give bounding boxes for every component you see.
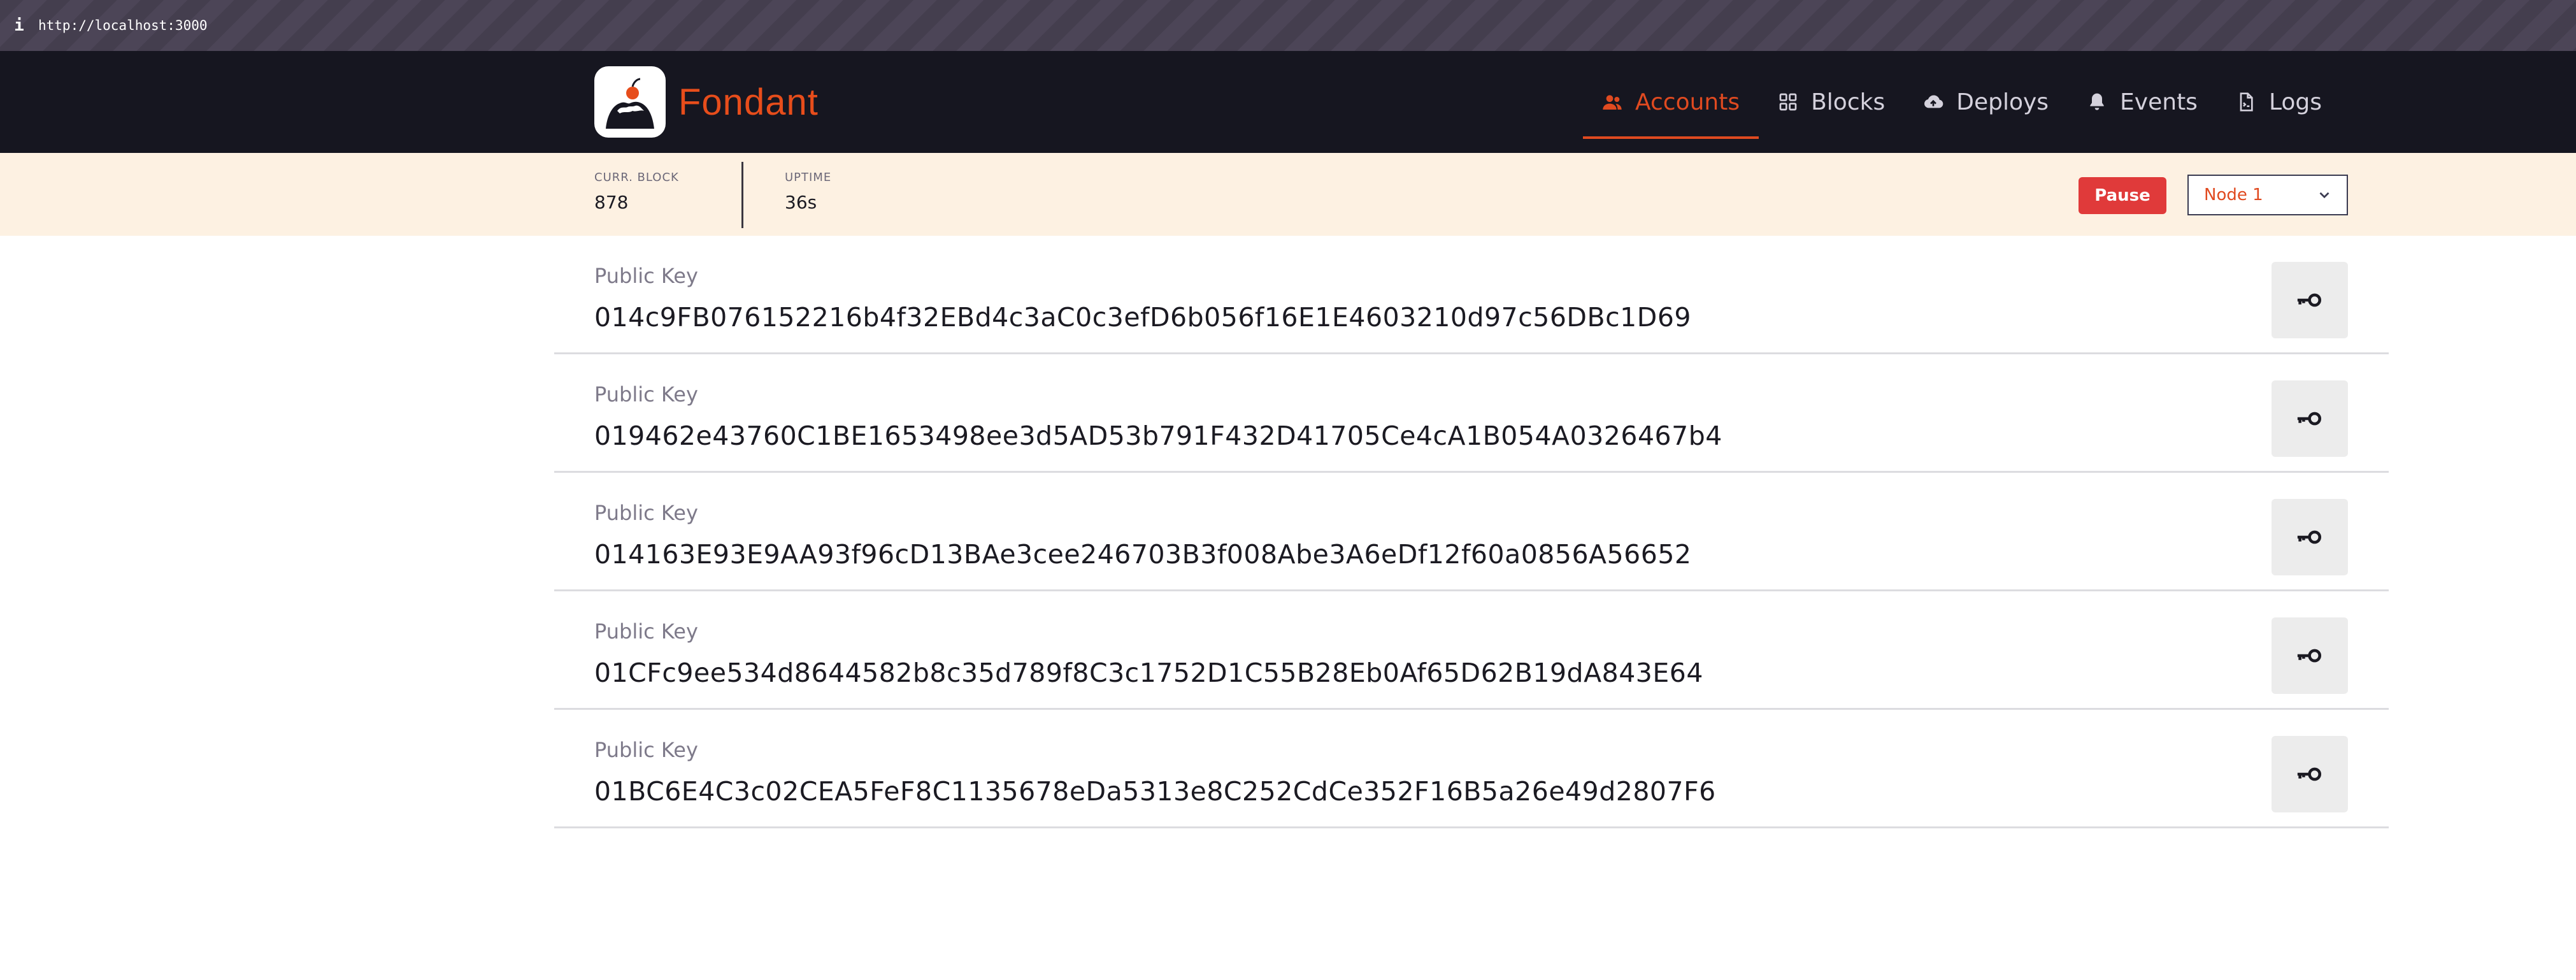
nav-events[interactable]: Events	[2068, 51, 2217, 153]
public-key-value: 01BC6E4C3c02CEA5FeF8C1135678eDa5313e8C25…	[594, 776, 1716, 807]
nav-blocks[interactable]: Blocks	[1759, 51, 1904, 153]
key-icon	[2297, 412, 2322, 426]
grid-icon	[1779, 93, 1797, 111]
view-key-button[interactable]	[2272, 499, 2348, 575]
info-icon[interactable]: i	[0, 16, 38, 35]
nav-logs-label: Logs	[2268, 89, 2322, 115]
public-key-value: 014c9FB076152216b4f32EBd4c3aC0c3efD6b056…	[594, 302, 1691, 333]
fondant-logo	[594, 66, 666, 138]
current-block-stat: CURR. BLOCK 878	[594, 171, 679, 213]
public-key-value: 014163E93E9AA93f96cD13BAe3cee246703B3f00…	[594, 539, 1692, 570]
nav-accounts[interactable]: Accounts	[1583, 51, 1759, 153]
list-item: Public Key 01CFc9ee534d8644582b8c35d789f…	[554, 591, 2389, 710]
nav-logs[interactable]: Logs	[2217, 51, 2341, 153]
brand[interactable]: Fondant	[594, 66, 819, 138]
key-icon	[2297, 293, 2322, 307]
public-key-value: 019462e43760C1BE1653498ee3d5AD53b791F432…	[594, 421, 1722, 451]
cloud-upload-icon	[1924, 95, 1943, 108]
main-nav: Accounts Blocks Deploys Events Logs	[1583, 51, 2341, 153]
nav-deploys[interactable]: Deploys	[1904, 51, 2068, 153]
view-key-button[interactable]	[2272, 617, 2348, 694]
accounts-list: Public Key 014c9FB076152216b4f32EBd4c3aC…	[554, 236, 2389, 828]
nav-events-label: Events	[2120, 89, 2198, 115]
public-key-label: Public Key	[594, 501, 698, 525]
nav-blocks-label: Blocks	[1811, 89, 1885, 115]
list-item: Public Key 014c9FB076152216b4f32EBd4c3aC…	[554, 236, 2389, 354]
view-key-button[interactable]	[2272, 380, 2348, 457]
nav-deploys-label: Deploys	[1956, 89, 2049, 115]
node-select[interactable]: Node 1	[2187, 175, 2348, 215]
pause-button[interactable]: Pause	[2079, 177, 2166, 214]
key-icon	[2297, 530, 2322, 544]
nav-accounts-label: Accounts	[1635, 89, 1740, 115]
public-key-label: Public Key	[594, 264, 698, 288]
public-key-value: 01CFc9ee534d8644582b8c35d789f8C3c1752D1C…	[594, 658, 1703, 688]
current-block-label: CURR. BLOCK	[594, 171, 679, 184]
node-select-value: Node 1	[2204, 185, 2263, 205]
stat-divider	[741, 162, 743, 228]
bell-icon	[2090, 93, 2104, 110]
chevron-down-icon	[2319, 192, 2329, 199]
app-header: Fondant Accounts Blocks Deploys Events L…	[0, 51, 2576, 153]
status-bar: CURR. BLOCK 878 UPTIME 36s Pause Node 1	[0, 153, 2576, 236]
brand-name: Fondant	[678, 81, 819, 123]
key-icon	[2297, 767, 2322, 781]
public-key-label: Public Key	[594, 382, 698, 407]
list-item: Public Key 019462e43760C1BE1653498ee3d5A…	[554, 354, 2389, 473]
document-icon	[2240, 92, 2253, 112]
list-item: Public Key 014163E93E9AA93f96cD13BAe3cee…	[554, 473, 2389, 591]
uptime-stat: UPTIME 36s	[785, 171, 831, 213]
key-icon	[2297, 649, 2322, 663]
uptime-value: 36s	[785, 192, 817, 213]
current-block-value: 878	[594, 192, 629, 213]
view-key-button[interactable]	[2272, 736, 2348, 812]
list-item: Public Key 01BC6E4C3c02CEA5FeF8C1135678e…	[554, 710, 2389, 828]
public-key-label: Public Key	[594, 738, 698, 762]
view-key-button[interactable]	[2272, 262, 2348, 338]
url-text[interactable]: http://localhost:3000	[38, 18, 208, 33]
uptime-label: UPTIME	[785, 171, 832, 184]
users-icon	[1603, 95, 1622, 110]
public-key-label: Public Key	[594, 619, 698, 644]
browser-url-bar: i http://localhost:3000	[0, 0, 2576, 51]
